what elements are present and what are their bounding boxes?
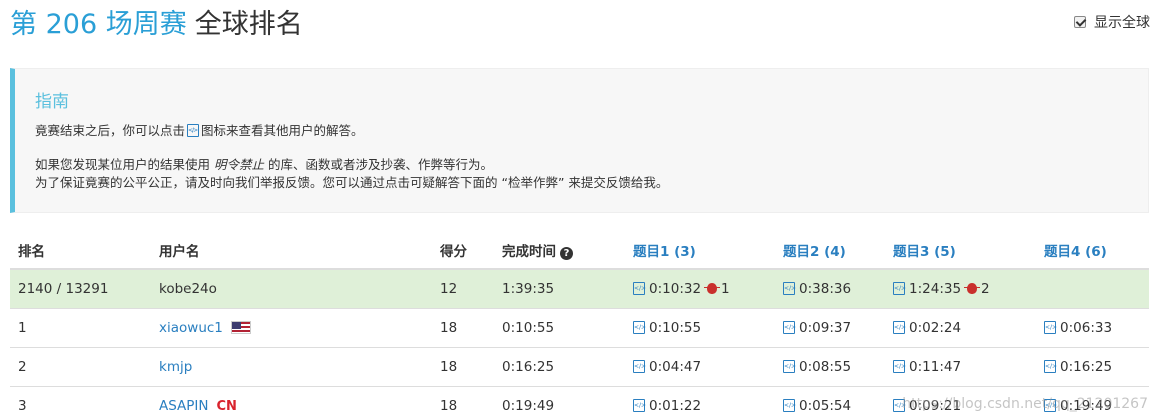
q2-time: 0:38:36 (799, 280, 852, 297)
header-rank: 排名 (10, 231, 151, 270)
finish-cell: 0:16:25 (494, 346, 625, 386)
q1-cell: 0:10:32 1 (625, 268, 775, 308)
header-q1[interactable]: 题目1 (3) (625, 231, 775, 270)
guide-line-2-end: 的库、函数或者涉及抄袭、作弊等行为。 (264, 157, 493, 172)
guide-forbidden-link[interactable]: 明令禁止 (214, 157, 264, 172)
q2-cell: 0:38:36 (775, 268, 885, 308)
q1-time: 0:10:32 (649, 280, 702, 297)
user-cell: kmjp (151, 346, 432, 386)
q3-time: 1:24:35 (909, 280, 962, 297)
guide-line-3: 为了保证竟赛的公平公正，请及时向我们举报反馈。您可以通过点击可疑解答下面的 “检… (35, 175, 669, 190)
rank-cell: 2 (10, 346, 151, 386)
q4-cell (1036, 268, 1149, 308)
q1-time: 0:01:22 (649, 397, 702, 414)
q4-time: 0:16:25 (1060, 358, 1113, 375)
q4-cell: 0:16:25 (1036, 346, 1149, 386)
finish-cell: 0:19:49 (494, 385, 625, 420)
score-cell: 18 (432, 307, 494, 347)
q2-cell: 0:09:37 (775, 307, 885, 347)
header-finish-label: 完成时间 (502, 243, 556, 260)
finish-cell: 1:39:35 (494, 268, 625, 308)
ranking-table: 排名 用户名 得分 完成时间? 题目1 (3) 题目2 (4) 题目3 (5) … (10, 231, 1149, 420)
username: kobe24o (159, 280, 217, 297)
rank-cell: 1 (10, 307, 151, 347)
code-icon[interactable] (633, 398, 646, 412)
code-icon[interactable] (633, 281, 646, 295)
table-row: 1 xiaowuc1 18 0:10:55 0:10:55 0:09:37 0:… (10, 307, 1149, 347)
rank-title: 全球排名 (194, 9, 303, 40)
guide-line-1-start: 竟赛结束之后，你可以点击 (35, 123, 186, 138)
score-cell: 18 (432, 346, 494, 386)
guide-line-2: 如果您发现某位用户的结果使用 明令禁止 的库、函数或者涉及抄袭、作弊等行为。 (35, 156, 1148, 174)
q2-time: 0:08:55 (799, 358, 852, 375)
bug-icon (704, 282, 721, 294)
q3-cell: 1:24:35 2 (885, 268, 1036, 308)
q3-cell: 0:11:47 (885, 346, 1036, 386)
q4-time: 0:06:33 (1060, 319, 1113, 336)
q2-time: 0:05:54 (799, 397, 852, 414)
code-icon[interactable] (893, 359, 906, 373)
guide-line-1-end: 图标来查看其他用户的解答。 (201, 123, 364, 138)
user-cell: kobe24o (151, 268, 432, 308)
q2-time: 0:09:37 (799, 319, 852, 336)
header-q4[interactable]: 题目4 (6) (1036, 231, 1149, 270)
code-icon[interactable] (1044, 320, 1057, 334)
show-global-label: 显示全球 (1094, 15, 1150, 31)
score-cell: 12 (432, 268, 494, 308)
q1-wrong-count: 1 (721, 280, 730, 297)
show-global-toggle[interactable]: 显示全球 (1074, 12, 1150, 32)
score-cell: 18 (432, 385, 494, 420)
finish-cell: 0:10:55 (494, 307, 625, 347)
q3-time: 0:02:24 (909, 319, 962, 336)
table-header-row: 排名 用户名 得分 完成时间? 题目1 (3) 题目2 (4) 题目3 (5) … (10, 231, 1149, 270)
q1-cell: 0:01:22 (625, 385, 775, 420)
watermark: https://blog.csdn.net/qq_21201267 (902, 396, 1148, 412)
table-row-current-user: 2140 / 13291 kobe24o 12 1:39:35 0:10:321… (10, 268, 1149, 308)
header-user: 用户名 (151, 231, 432, 270)
q1-time: 0:10:55 (649, 319, 702, 336)
q1-cell: 0:04:47 (625, 346, 775, 386)
q2-cell: 0:05:54 (775, 385, 885, 420)
guide-line-1: 竟赛结束之后，你可以点击图标来查看其他用户的解答。 (35, 122, 1148, 140)
q2-cell: 0:08:55 (775, 346, 885, 386)
q3-time: 0:11:47 (909, 358, 962, 375)
code-icon[interactable] (783, 398, 796, 412)
q4-cell: 0:06:33 (1036, 307, 1149, 347)
contest-title[interactable]: 第 206 场周赛 (10, 2, 187, 41)
q1-time: 0:04:47 (649, 358, 702, 375)
us-flag-icon (230, 320, 251, 334)
table-row: 2 kmjp 18 0:16:25 0:04:47 0:08:55 0:11:4… (10, 346, 1149, 386)
header-q2[interactable]: 题目2 (4) (775, 231, 885, 270)
code-icon[interactable] (633, 320, 646, 334)
q3-wrong-count: 2 (981, 280, 990, 297)
q1-cell: 0:10:55 (625, 307, 775, 347)
show-global-checkbox[interactable] (1074, 16, 1086, 28)
bug-icon (964, 282, 981, 294)
rank-cell: 2140 / 13291 (10, 268, 151, 308)
page-header: 第 206 场周赛 全球排名 (10, 2, 303, 46)
code-icon[interactable] (893, 281, 906, 295)
code-icon[interactable] (893, 320, 906, 334)
code-icon[interactable] (783, 281, 796, 295)
header-finish: 完成时间? (494, 231, 625, 270)
code-icon[interactable] (783, 359, 796, 373)
guide-panel: 指南 竟赛结束之后，你可以点击图标来查看其他用户的解答。 如果您发现某位用户的结… (10, 68, 1149, 213)
user-link[interactable]: kmjp (159, 359, 192, 375)
guide-line-2-start: 如果您发现某位用户的结果使用 (35, 157, 214, 172)
header-q3[interactable]: 题目3 (5) (885, 231, 1036, 270)
header-score: 得分 (432, 231, 494, 270)
q3-cell: 0:02:24 (885, 307, 1036, 347)
region-badge: CN (216, 398, 237, 414)
rank-cell: 3 (10, 385, 151, 420)
guide-title: 指南 (35, 92, 69, 112)
user-link[interactable]: xiaowuc1 (159, 320, 223, 336)
user-link[interactable]: ASAPIN (159, 398, 209, 414)
user-cell: xiaowuc1 (151, 307, 432, 347)
code-icon (187, 124, 200, 137)
code-icon[interactable] (1044, 359, 1057, 373)
help-icon[interactable]: ? (560, 246, 573, 260)
code-icon[interactable] (633, 359, 646, 373)
user-cell: ASAPIN CN (151, 385, 432, 420)
code-icon[interactable] (783, 320, 796, 334)
